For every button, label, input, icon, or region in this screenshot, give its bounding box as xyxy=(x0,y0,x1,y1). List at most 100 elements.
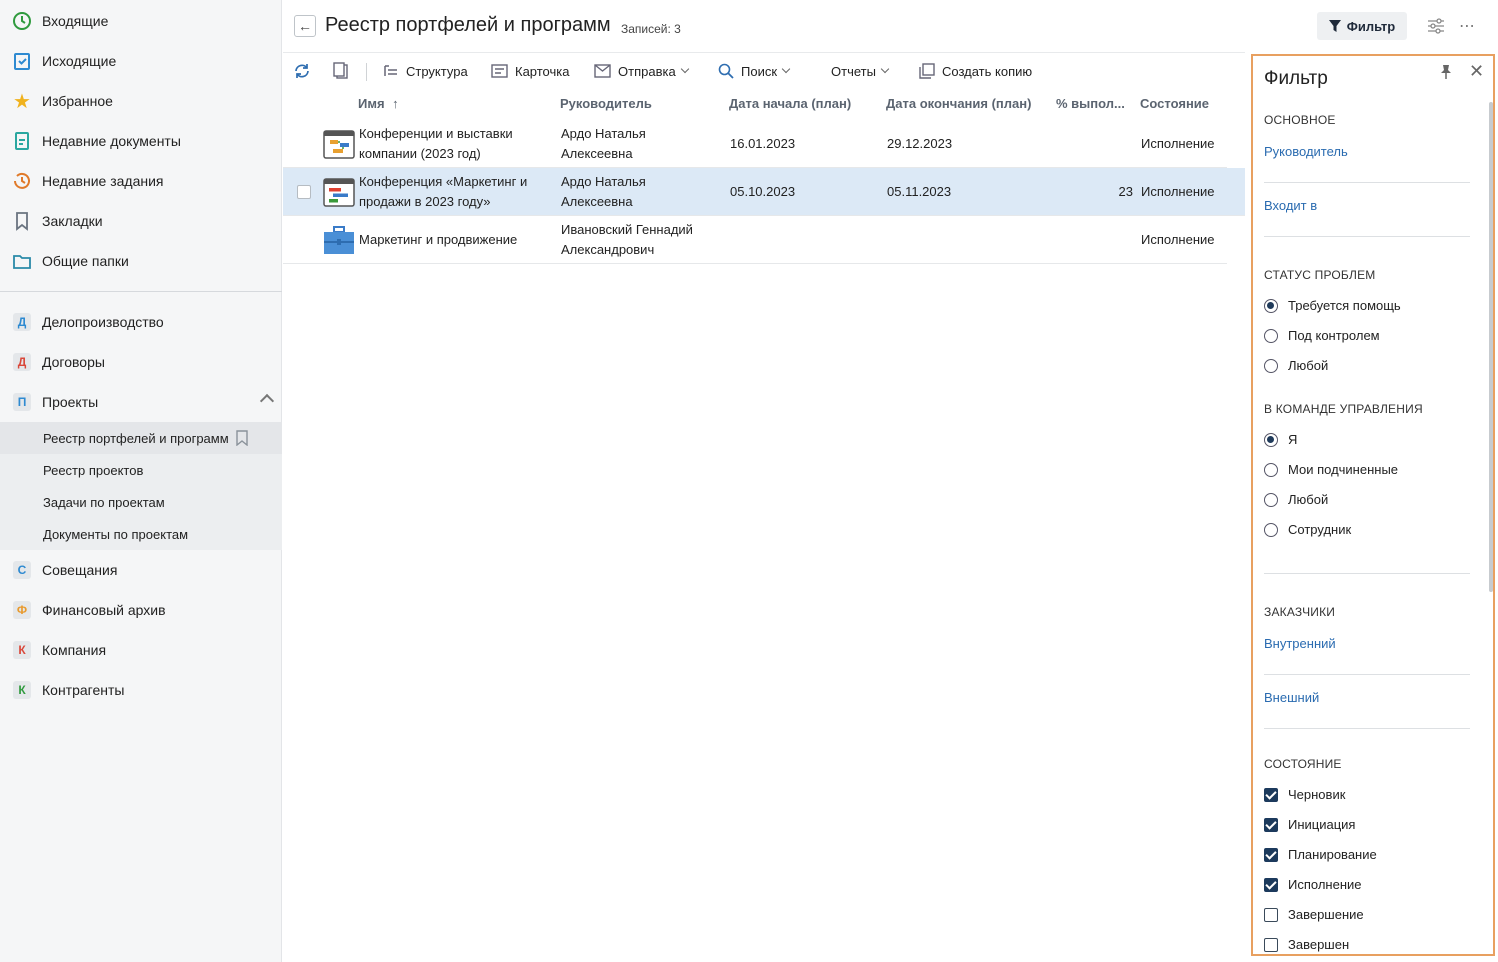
column-header-percent[interactable]: % выпол... xyxy=(1056,96,1125,111)
external-customer-link[interactable]: Внешний xyxy=(1264,690,1319,705)
table-row[interactable]: Конференции и выставки компании (2023 год… xyxy=(283,120,1227,168)
filter-button[interactable]: Фильтр xyxy=(1317,12,1407,40)
sidebar-sub-project-documents[interactable]: Документы по проектам xyxy=(0,518,282,550)
module-letter-icon: С xyxy=(13,561,31,579)
divider xyxy=(1264,728,1470,729)
radio-any-team[interactable]: Любой xyxy=(1264,492,1328,507)
refresh-button[interactable] xyxy=(293,61,318,81)
column-header-name[interactable]: Имя ↑ xyxy=(358,96,399,111)
pin-icon[interactable] xyxy=(1439,64,1453,85)
table-row[interactable]: Конференция «Маркетинг и продажи в 2023 г… xyxy=(283,168,1245,216)
recent-document-icon xyxy=(12,131,32,151)
chevron-down-icon xyxy=(880,64,890,74)
radio-button xyxy=(1264,492,1278,507)
radio-needs-help[interactable]: Требуется помощь xyxy=(1264,298,1401,313)
radio-my-subordinates[interactable]: Мои подчиненные xyxy=(1264,462,1398,477)
bookmark-icon[interactable] xyxy=(235,430,249,446)
module-letter-icon: Ф xyxy=(13,601,31,619)
row-start-date: 05.10.2023 xyxy=(730,184,796,199)
filter-panel-title: Фильтр xyxy=(1264,68,1328,89)
row-start-date: 16.01.2023 xyxy=(730,136,796,151)
sidebar-sub-project-registry[interactable]: Реестр проектов xyxy=(0,454,282,486)
sidebar-item-shared-folders[interactable]: Общие папки xyxy=(0,241,282,281)
radio-button xyxy=(1264,522,1278,537)
checkbox-planning[interactable]: Планирование xyxy=(1264,847,1377,862)
close-icon[interactable]: ✕ xyxy=(1469,61,1484,82)
copy-list-button[interactable] xyxy=(332,61,357,81)
row-state: Исполнение xyxy=(1141,232,1215,247)
sidebar-item-recent-tasks[interactable]: Недавние задания xyxy=(0,161,282,201)
toolbar: Структура Карточка Отправка Поиск Отчеты… xyxy=(283,52,1245,88)
module-letter-icon: К xyxy=(13,641,31,659)
arrow-left-icon: ← xyxy=(298,18,312,34)
briefcase-icon xyxy=(323,224,355,256)
chevron-up-icon[interactable] xyxy=(259,393,275,409)
checkbox-completion[interactable]: Завершение xyxy=(1264,907,1364,922)
row-checkbox[interactable] xyxy=(297,185,311,199)
filter-panel: Фильтр ✕ ОСНОВНОЕ Руководитель Входит в … xyxy=(1251,54,1495,956)
radio-employee[interactable]: Сотрудник xyxy=(1264,522,1351,537)
table-row[interactable]: Маркетинг и продвижение Ивановский Генна… xyxy=(283,216,1227,264)
back-button[interactable]: ← xyxy=(294,15,316,37)
scrollbar[interactable] xyxy=(1489,102,1493,592)
sidebar-item-bookmarks[interactable]: Закладки xyxy=(0,201,282,241)
radio-button xyxy=(1264,298,1278,313)
sort-arrow-up-icon: ↑ xyxy=(392,96,399,111)
radio-button xyxy=(1264,328,1278,343)
folder-icon xyxy=(12,251,32,271)
sidebar-item-contracts[interactable]: Д Договоры xyxy=(0,342,282,382)
refresh-icon xyxy=(293,62,311,80)
divider xyxy=(1264,573,1470,574)
sidebar-item-projects[interactable]: П Проекты xyxy=(0,382,282,422)
module-letter-icon: К xyxy=(13,681,31,699)
sidebar-item-favorites[interactable]: ★ Избранное xyxy=(0,81,282,121)
create-copy-button[interactable]: Создать копию xyxy=(919,61,1032,81)
sidebar-sub-project-tasks[interactable]: Задачи по проектам xyxy=(0,486,282,518)
radio-me[interactable]: Я xyxy=(1264,432,1297,447)
send-dropdown[interactable]: Отправка xyxy=(594,61,689,81)
sidebar-item-finance-archive[interactable]: Ф Финансовый архив xyxy=(0,590,282,630)
card-button[interactable]: Карточка xyxy=(491,61,569,81)
reports-dropdown[interactable]: Отчеты xyxy=(831,61,890,81)
row-manager: Ивановский Геннадий Александрович xyxy=(561,222,693,257)
documents-icon xyxy=(332,62,350,80)
sidebar-item-outbox[interactable]: Исходящие xyxy=(0,41,282,81)
row-state: Исполнение xyxy=(1141,184,1215,199)
checkbox-initiation[interactable]: Инициация xyxy=(1264,817,1355,832)
radio-under-control[interactable]: Под контролем xyxy=(1264,328,1380,343)
search-icon xyxy=(718,63,734,79)
sidebar-item-meetings[interactable]: С Совещания xyxy=(0,550,282,590)
star-icon: ★ xyxy=(13,90,31,113)
belongs-to-link[interactable]: Входит в xyxy=(1264,198,1317,213)
sidebar-sub-portfolio-registry[interactable]: Реестр портфелей и программ xyxy=(0,422,282,454)
column-header-end-date[interactable]: Дата окончания (план) xyxy=(886,96,1031,111)
checkbox-execution[interactable]: Исполнение xyxy=(1264,877,1362,892)
divider xyxy=(1264,674,1470,675)
sidebar: Входящие Исходящие ★ Избранное Недавние … xyxy=(0,0,282,962)
sidebar-item-company[interactable]: К Компания xyxy=(0,630,282,670)
clock-icon xyxy=(12,11,32,31)
page-title: Реестр портфелей и программ xyxy=(325,14,611,36)
radio-button xyxy=(1264,358,1278,373)
checkbox xyxy=(1264,847,1278,862)
settings-sliders-icon[interactable] xyxy=(1426,16,1446,36)
search-dropdown[interactable]: Поиск xyxy=(718,61,791,81)
sidebar-item-inbox[interactable]: Входящие xyxy=(0,1,282,41)
column-header-state[interactable]: Состояние xyxy=(1140,96,1209,111)
sidebar-item-records-management[interactable]: Д Делопроизводство xyxy=(0,302,282,342)
checkbox-completed[interactable]: Завершен xyxy=(1264,937,1349,952)
column-header-manager[interactable]: Руководитель xyxy=(560,96,652,111)
column-header-start-date[interactable]: Дата начала (план) xyxy=(729,96,851,111)
internal-customer-link[interactable]: Внутренний xyxy=(1264,636,1336,651)
radio-any-problem[interactable]: Любой xyxy=(1264,358,1328,373)
sidebar-item-counterparties[interactable]: К Контрагенты xyxy=(0,670,282,710)
section-state: СОСТОЯНИЕ xyxy=(1264,757,1342,771)
envelope-icon xyxy=(594,64,611,78)
history-icon xyxy=(12,171,32,191)
sidebar-item-recent-docs[interactable]: Недавние документы xyxy=(0,121,282,161)
checkbox-draft[interactable]: Черновик xyxy=(1264,787,1345,802)
card-icon xyxy=(491,64,508,78)
structure-button[interactable]: Структура xyxy=(383,61,468,81)
more-icon[interactable]: ⋯ xyxy=(1457,16,1477,36)
manager-link[interactable]: Руководитель xyxy=(1264,144,1348,159)
